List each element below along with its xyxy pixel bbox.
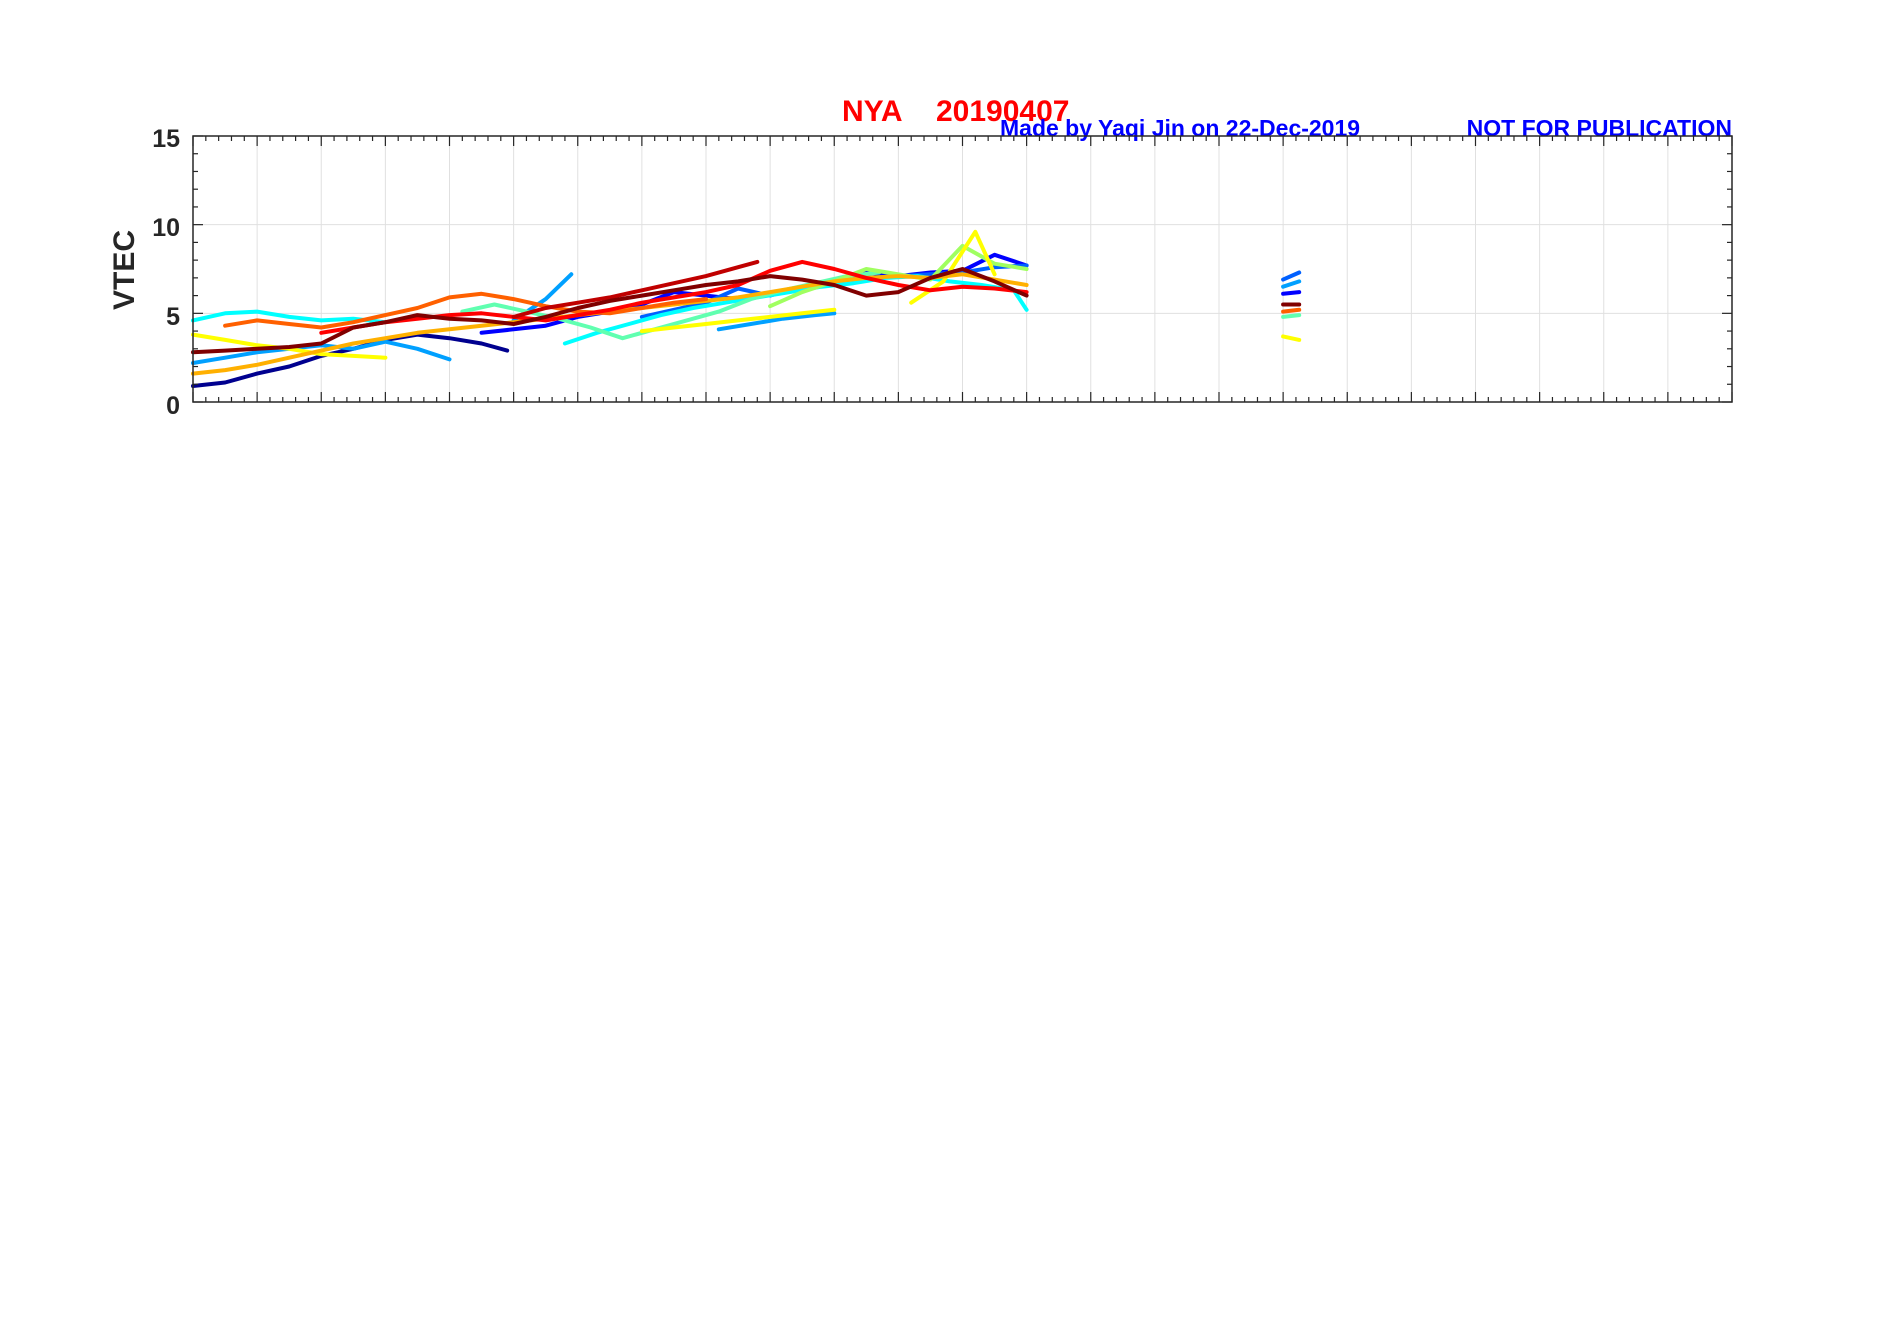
chart-title-station: NYA xyxy=(842,95,903,128)
series-line xyxy=(1281,307,1302,314)
vtec-chart: NYA 20190407 Made by Yaqi Jin on 22-Dec-… xyxy=(0,0,1902,1330)
y-tick-label-5: 5 xyxy=(166,303,180,331)
publication-notice: NOT FOR PUBLICATION xyxy=(1467,115,1732,141)
series-line xyxy=(1281,313,1302,319)
y-tick-label-10: 10 xyxy=(152,214,180,242)
y-tick-label-15: 15 xyxy=(152,125,180,153)
series-line xyxy=(1281,290,1302,296)
figure-background xyxy=(0,0,1902,1330)
y-axis-label: VTEC xyxy=(108,230,141,310)
y-tick-label-0: 0 xyxy=(166,392,180,420)
